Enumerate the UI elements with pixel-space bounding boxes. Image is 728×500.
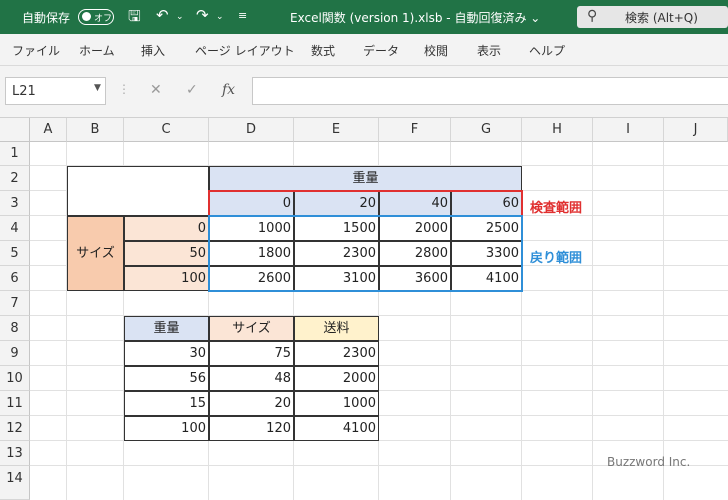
size-cell[interactable]: 50 bbox=[124, 241, 209, 266]
table2-cell[interactable]: 1000 bbox=[294, 391, 379, 416]
table2-cell[interactable]: 75 bbox=[209, 341, 294, 366]
ribbon-tabs: ファイル ホーム 挿入 ページ レイアウト 数式 データ 校閲 表示 ヘルプ bbox=[0, 34, 728, 66]
autosave-toggle[interactable]: オフ bbox=[78, 9, 114, 25]
search-icon: ⚲ bbox=[587, 8, 598, 24]
undo-icon[interactable]: ↶ bbox=[156, 6, 169, 24]
enter-icon[interactable]: ✓ bbox=[186, 82, 198, 98]
lookup-range-label: 検査範囲 bbox=[530, 201, 583, 216]
tab-insert[interactable]: 挿入 bbox=[141, 42, 165, 59]
watermark: Buzzword Inc. bbox=[607, 455, 691, 469]
window-title: Excel関数 (version 1).xlsb - 自動回復済み ⌄ bbox=[290, 11, 541, 25]
column-header[interactable]: D bbox=[209, 118, 294, 142]
name-box-value: L21 bbox=[12, 84, 36, 99]
customize-qat-icon[interactable]: ≡ bbox=[238, 9, 247, 22]
row-header[interactable]: 9 bbox=[0, 341, 30, 366]
redo-dropdown-icon[interactable]: ⌄ bbox=[216, 12, 224, 22]
column-header[interactable]: I bbox=[593, 118, 664, 142]
row-header[interactable]: 6 bbox=[0, 266, 30, 291]
row-header[interactable]: 3 bbox=[0, 191, 30, 216]
table2-cell[interactable]: 2000 bbox=[294, 366, 379, 391]
save-icon[interactable]: 🖫 bbox=[128, 6, 141, 31]
row-header[interactable]: 11 bbox=[0, 391, 30, 416]
tab-help[interactable]: ヘルプ bbox=[529, 42, 565, 59]
column-header[interactable]: F bbox=[379, 118, 451, 142]
tab-home[interactable]: ホーム bbox=[79, 42, 115, 59]
insert-function-icon[interactable]: fx bbox=[222, 82, 235, 98]
gridline bbox=[663, 142, 664, 500]
table2-cell[interactable]: 20 bbox=[209, 391, 294, 416]
table1-corner[interactable] bbox=[67, 166, 209, 216]
row-header[interactable]: 1 bbox=[0, 142, 30, 166]
return-range-label: 戻り範囲 bbox=[530, 251, 583, 266]
title-bar: 自動保存 オフ 🖫 ↶ ⌄ ↷ ⌄ ≡ Excel関数 (version 1).… bbox=[0, 0, 728, 34]
row-header[interactable]: 12 bbox=[0, 416, 30, 441]
table2-header-weight[interactable]: 重量 bbox=[124, 316, 209, 341]
column-header[interactable]: A bbox=[30, 118, 67, 142]
row-header[interactable]: 4 bbox=[0, 216, 30, 241]
chevron-down-icon[interactable]: ▼ bbox=[94, 83, 101, 93]
more-options-icon: ⋮ bbox=[118, 82, 130, 96]
table2-cell[interactable]: 2300 bbox=[294, 341, 379, 366]
lookup-range-highlight bbox=[208, 190, 523, 217]
column-header[interactable]: H bbox=[522, 118, 593, 142]
search-box[interactable]: ⚲ 検索 (Alt+Q) bbox=[577, 6, 728, 28]
toggle-knob bbox=[82, 12, 91, 21]
cancel-icon[interactable]: ✕ bbox=[150, 82, 162, 98]
row-header[interactable]: 13 bbox=[0, 441, 30, 466]
size-cell[interactable]: 0 bbox=[124, 216, 209, 241]
column-header[interactable]: J bbox=[664, 118, 728, 142]
formula-bar: L21 ▼ ⋮ ✕ ✓ fx bbox=[0, 66, 728, 118]
column-header[interactable]: C bbox=[124, 118, 209, 142]
table2-cell[interactable]: 100 bbox=[124, 416, 209, 441]
column-header[interactable]: E bbox=[294, 118, 379, 142]
gridline bbox=[592, 142, 593, 500]
table2-cell[interactable]: 120 bbox=[209, 416, 294, 441]
search-label: 検索 (Alt+Q) bbox=[625, 11, 698, 25]
autosave-label: 自動保存 bbox=[22, 11, 71, 25]
table2-cell[interactable]: 4100 bbox=[294, 416, 379, 441]
tab-review[interactable]: 校閲 bbox=[424, 42, 448, 59]
return-range-highlight bbox=[208, 215, 523, 292]
row-header[interactable]: 2 bbox=[0, 166, 30, 191]
row-header[interactable]: 8 bbox=[0, 316, 30, 341]
table2-cell[interactable]: 30 bbox=[124, 341, 209, 366]
table2-cell[interactable]: 56 bbox=[124, 366, 209, 391]
formula-input[interactable] bbox=[252, 77, 728, 105]
tab-page-layout[interactable]: ページ レイアウト bbox=[195, 42, 295, 59]
table2-cell[interactable]: 15 bbox=[124, 391, 209, 416]
size-label[interactable]: サイズ bbox=[67, 216, 124, 291]
undo-dropdown-icon[interactable]: ⌄ bbox=[176, 12, 184, 22]
table2-header-shipping[interactable]: 送料 bbox=[294, 316, 379, 341]
size-cell[interactable]: 100 bbox=[124, 266, 209, 291]
name-box[interactable]: L21 ▼ bbox=[5, 77, 106, 105]
table1-header-weight[interactable]: 重量 bbox=[209, 166, 522, 191]
autosave-state: オフ bbox=[94, 14, 113, 24]
tab-view[interactable]: 表示 bbox=[477, 42, 501, 59]
row-header[interactable]: 14 bbox=[0, 466, 30, 500]
tab-data[interactable]: データ bbox=[363, 42, 399, 59]
tab-formulas[interactable]: 数式 bbox=[311, 42, 335, 59]
tab-file[interactable]: ファイル bbox=[12, 42, 60, 59]
worksheet-grid: A B C D E F G H I J 1 2 3 4 5 6 7 8 9 10 11 12 13 14 重量 0 20 40… bbox=[0, 118, 728, 500]
column-header[interactable]: B bbox=[67, 118, 124, 142]
select-all-corner[interactable] bbox=[0, 118, 30, 142]
row-header[interactable]: 7 bbox=[0, 291, 30, 316]
table2-header-size[interactable]: サイズ bbox=[209, 316, 294, 341]
row-header[interactable]: 5 bbox=[0, 241, 30, 266]
redo-icon[interactable]: ↷ bbox=[196, 6, 209, 24]
table2-cell[interactable]: 48 bbox=[209, 366, 294, 391]
row-header[interactable]: 10 bbox=[0, 366, 30, 391]
column-header[interactable]: G bbox=[451, 118, 522, 142]
